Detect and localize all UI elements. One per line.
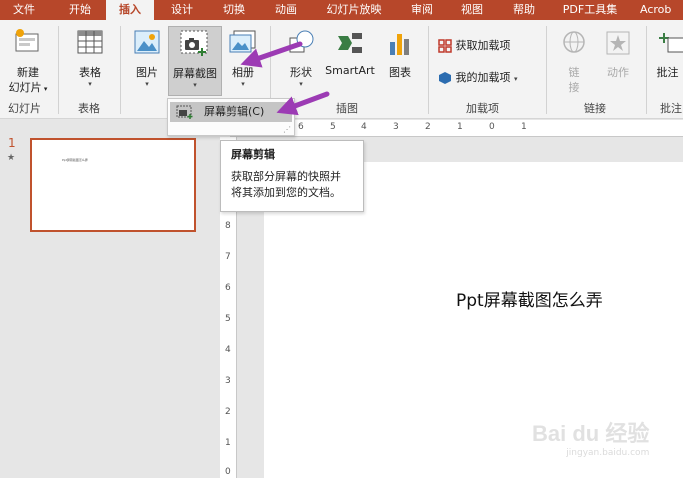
annotation-arrow-1: [240, 41, 303, 68]
watermark-logo-text: Bai du 经验: [532, 421, 650, 446]
annotation-arrow-2: [276, 91, 330, 116]
baidu-watermark: Bai du 经验 jingyan.baidu.com: [532, 416, 649, 458]
annotation-arrows: [240, 41, 330, 116]
watermark-url: jingyan.baidu.com: [566, 448, 650, 458]
